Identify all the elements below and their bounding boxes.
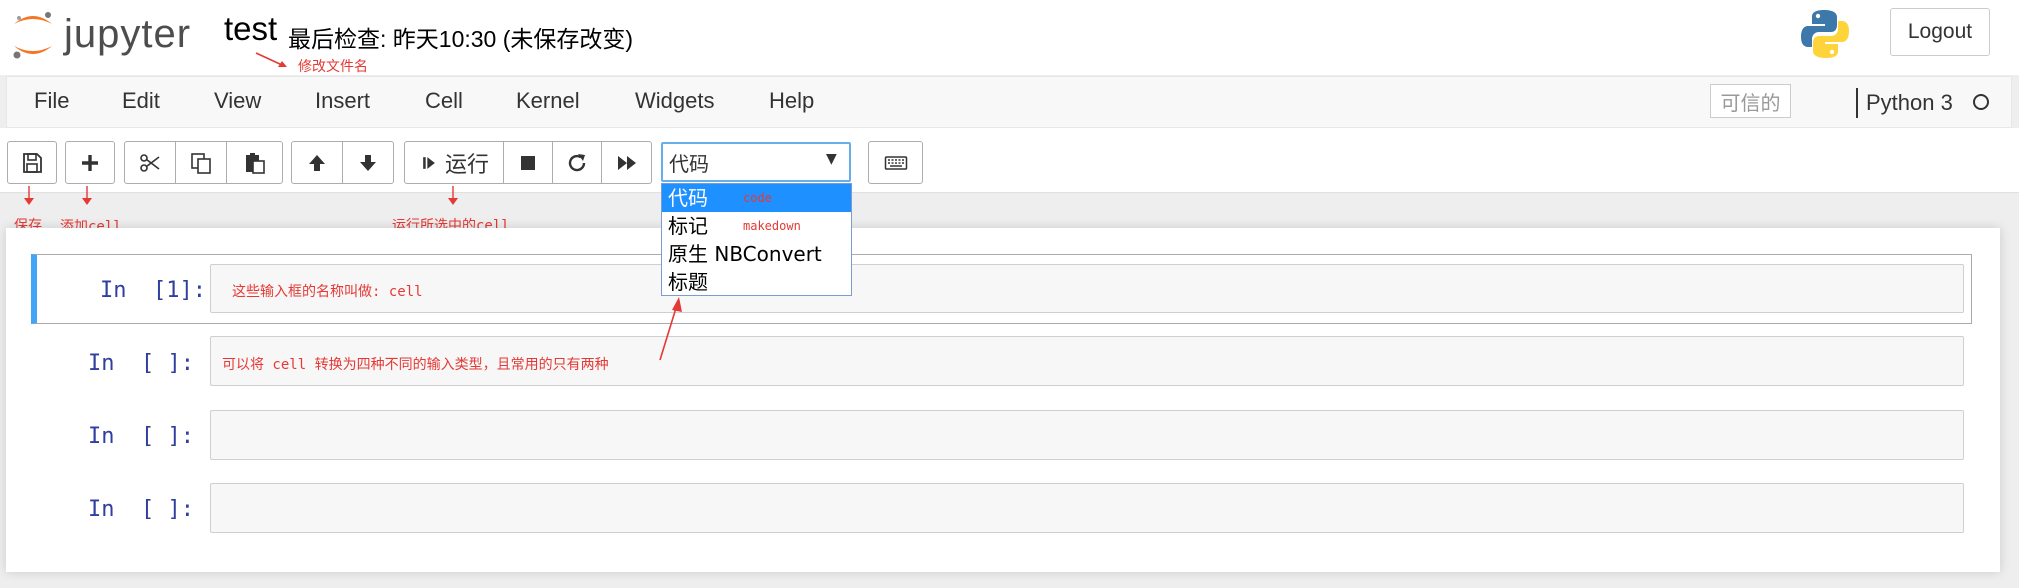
chevron-down-icon: ▼ xyxy=(826,151,837,167)
cut-button[interactable] xyxy=(124,141,176,184)
copy-icon xyxy=(191,152,211,174)
kernel-idle-icon xyxy=(1973,94,1989,110)
stop-icon xyxy=(521,155,535,170)
move-up-button[interactable] xyxy=(291,141,343,184)
annotation-code: code xyxy=(743,191,772,205)
save-button[interactable] xyxy=(7,141,57,184)
step-forward-icon xyxy=(423,156,435,169)
paste-button[interactable] xyxy=(226,141,283,184)
notebook-name[interactable]: test xyxy=(224,10,277,48)
cell-prompt: In [ ]: xyxy=(88,497,194,522)
arrow-down-icon xyxy=(360,154,376,171)
jupyter-logo-icon xyxy=(13,12,52,59)
save-annotation-arrow-icon xyxy=(24,186,34,205)
add-cell-annotation-arrow-icon xyxy=(82,186,92,205)
cell-type-dropdown: 代码 code 标记 makedown 原生 NBConvert 标题 xyxy=(661,183,852,296)
cell-prompt: In [1]: xyxy=(100,278,206,303)
cell-input-text: 可以将 cell 转换为四种不同的输入类型，且常用的只有两种 xyxy=(222,357,609,373)
restart-button[interactable] xyxy=(552,141,602,184)
logout-button[interactable]: Logout xyxy=(1890,8,1990,56)
menu-insert[interactable]: Insert xyxy=(315,88,370,114)
option-markdown[interactable]: 标记 makedown xyxy=(662,212,851,240)
option-markdown-label: 标记 xyxy=(668,214,708,238)
menu-view[interactable]: View xyxy=(214,88,261,114)
run-button-label: 运行 xyxy=(444,152,489,178)
command-palette-button[interactable] xyxy=(868,141,923,184)
keyboard-icon xyxy=(884,155,907,170)
move-down-button[interactable] xyxy=(342,141,394,184)
menu-edit[interactable]: Edit xyxy=(122,88,160,114)
kernel-name[interactable]: Python 3 xyxy=(1866,90,1953,116)
annotation-markdown: makedown xyxy=(743,219,801,233)
restart-run-all-button[interactable] xyxy=(601,141,652,184)
jupyter-logo[interactable]: jupyter xyxy=(10,8,200,60)
dropdown-annotation-arrow-icon xyxy=(659,297,682,361)
kernel-separator xyxy=(1856,88,1858,118)
save-icon xyxy=(23,152,42,173)
interrupt-button[interactable] xyxy=(503,141,553,184)
copy-button[interactable] xyxy=(175,141,227,184)
add-cell-button[interactable] xyxy=(65,141,115,184)
run-button[interactable]: 运行 xyxy=(404,141,504,184)
checkpoint-status: 最后检查: 昨天10:30 (未保存改变) xyxy=(288,26,634,52)
cell-type-select[interactable]: 代码 xyxy=(661,142,851,182)
paste-icon xyxy=(245,152,265,174)
cell-prompt: In [ ]: xyxy=(88,424,194,449)
menu-cell[interactable]: Cell xyxy=(425,88,463,114)
cell-input[interactable] xyxy=(210,483,1964,533)
trusted-indicator[interactable]: 可信的 xyxy=(1710,84,1791,118)
plus-icon xyxy=(82,154,98,171)
python-logo-icon xyxy=(1801,10,1849,58)
rename-arrow-icon xyxy=(255,52,287,67)
option-raw-nbconvert[interactable]: 原生 NBConvert xyxy=(662,240,851,268)
option-code[interactable]: 代码 code xyxy=(662,184,851,212)
menu-widgets[interactable]: Widgets xyxy=(635,88,714,114)
run-annotation-arrow-icon xyxy=(448,186,458,205)
cell-input[interactable] xyxy=(210,410,1964,460)
option-code-label: 代码 xyxy=(668,186,708,210)
menu-help[interactable]: Help xyxy=(769,88,814,114)
restart-icon xyxy=(568,153,586,171)
scissors-icon xyxy=(140,153,160,172)
fast-forward-icon xyxy=(617,155,636,170)
cell-prompt: In [ ]: xyxy=(88,351,194,376)
arrow-up-icon xyxy=(309,154,325,171)
option-heading[interactable]: 标题 xyxy=(662,268,851,296)
logo-text: jupyter xyxy=(64,12,192,56)
menu-file[interactable]: File xyxy=(34,88,69,114)
menu-kernel[interactable]: Kernel xyxy=(516,88,580,114)
annotation-rename: 修改文件名 xyxy=(298,59,368,75)
cell-input[interactable] xyxy=(210,264,1964,313)
cell-input-text: 这些输入框的名称叫做: cell xyxy=(232,284,423,300)
